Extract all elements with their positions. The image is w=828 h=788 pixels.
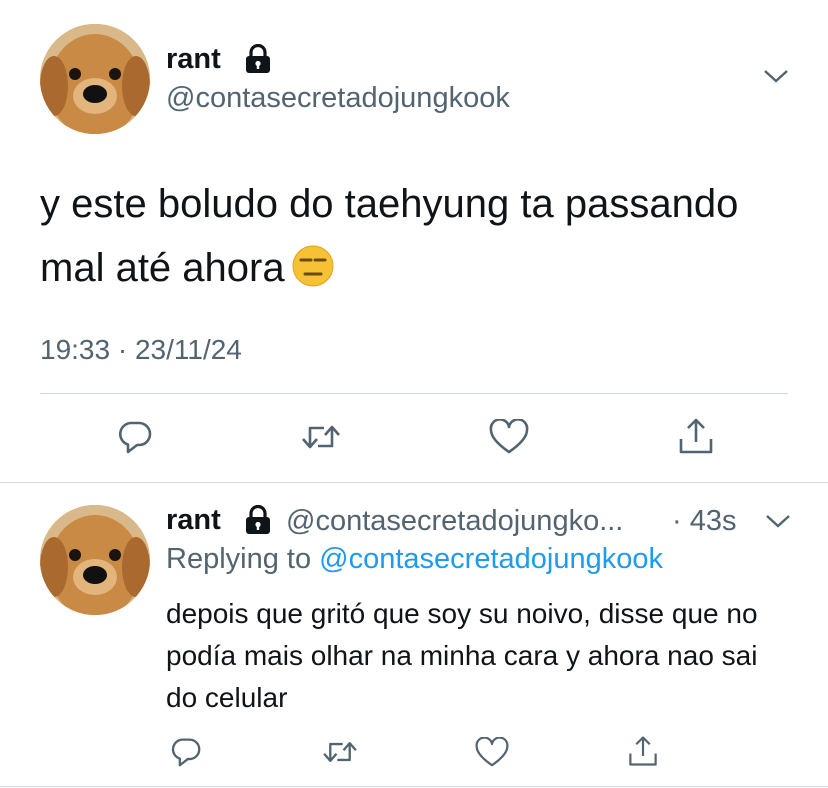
- replying-to-label: Replying to: [166, 543, 312, 575]
- chevron-down-icon[interactable]: [765, 513, 791, 536]
- divider: [40, 393, 788, 394]
- heart-icon: [475, 736, 509, 766]
- expressionless-face-icon: [291, 243, 335, 287]
- reply-button[interactable]: [113, 417, 157, 457]
- share-icon: [679, 418, 713, 454]
- replying-to-line: Replying to @contasecretadojungkook: [166, 543, 663, 576]
- reply-handle[interactable]: @contasecretadojungko...: [286, 505, 623, 538]
- reply-like-button[interactable]: [472, 734, 512, 770]
- reply-share-button[interactable]: [623, 732, 663, 770]
- share-button[interactable]: [674, 415, 718, 457]
- retweet-icon: [323, 742, 357, 762]
- replying-to-mention[interactable]: @contasecretadojungkook: [319, 543, 663, 575]
- share-icon: [629, 736, 657, 766]
- bottom-divider: [0, 786, 828, 787]
- tweet-text-content: y este boludo do taehyung ta passando ma…: [40, 182, 739, 290]
- puppy-avatar-image: [40, 505, 150, 615]
- reply-time[interactable]: · 43s: [672, 505, 736, 538]
- reply-avatar[interactable]: [40, 505, 150, 615]
- retweet-icon: [302, 425, 340, 449]
- like-button[interactable]: [487, 417, 531, 457]
- avatar[interactable]: [40, 24, 150, 134]
- reply-display-name[interactable]: rant: [166, 504, 221, 537]
- tweet-text: y este boludo do taehyung ta passando ma…: [40, 172, 800, 300]
- lock-icon: [244, 43, 272, 79]
- heart-icon: [489, 419, 529, 454]
- chevron-down-icon[interactable]: [763, 68, 789, 91]
- lock-icon: [244, 504, 272, 540]
- puppy-avatar-image: [40, 24, 150, 134]
- section-divider: [0, 482, 828, 483]
- display-name[interactable]: rant: [166, 43, 221, 76]
- reply-icon: [171, 738, 201, 767]
- reply-reply-button[interactable]: [166, 734, 206, 770]
- tweet-timestamp[interactable]: 19:33 · 23/11/24: [40, 334, 242, 366]
- reply-retweet-button[interactable]: [320, 734, 360, 770]
- reply-icon: [119, 421, 152, 454]
- reply-text: depois que gritó que soy su noivo, disse…: [166, 598, 758, 713]
- retweet-button[interactable]: [299, 417, 343, 457]
- handle[interactable]: @contasecretadojungkook: [166, 82, 510, 115]
